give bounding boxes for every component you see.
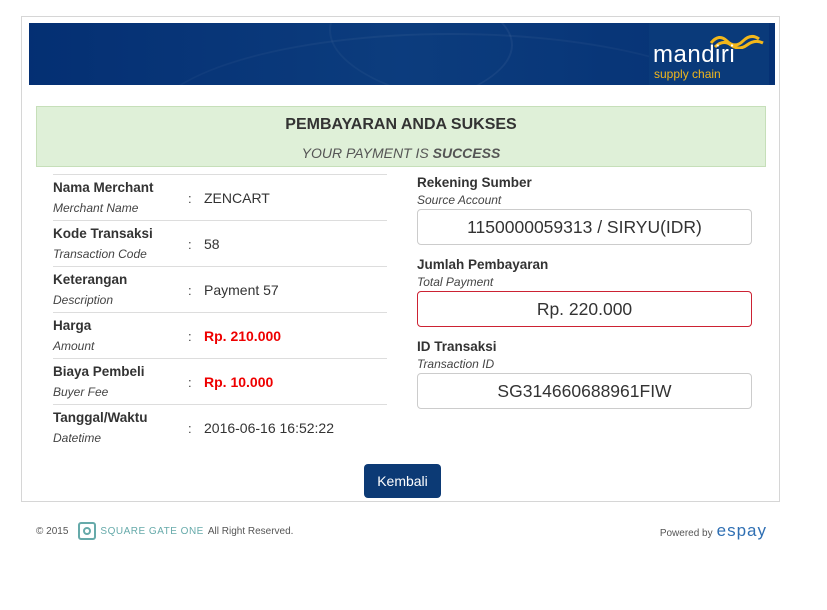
detail-label: Harga	[53, 318, 92, 333]
detail-value: Rp. 210.000	[204, 328, 282, 344]
detail-value: ZENCART	[204, 190, 270, 206]
detail-row: Biaya Pembeli Buyer Fee: Rp. 10.000	[53, 358, 387, 404]
detail-colon: :	[188, 375, 192, 390]
detail-sublabel: Amount	[53, 339, 95, 353]
total-payment-sublabel: Total Payment	[417, 275, 494, 289]
square-gate-one-logo-icon	[78, 522, 97, 540]
detail-colon: :	[188, 283, 192, 298]
source-account-group: Rekening Sumber Source Account 115000005…	[417, 175, 752, 257]
detail-label: Nama Merchant	[53, 180, 154, 195]
detail-value: Payment 57	[204, 282, 279, 298]
source-account-sublabel: Source Account	[417, 193, 502, 207]
detail-sublabel: Description	[53, 293, 114, 307]
transaction-id-value: SG314660688961FIW	[417, 373, 752, 409]
detail-value: Rp. 10.000	[204, 374, 274, 390]
source-account-value: 1150000059313 / SIRYU(IDR)	[417, 209, 752, 245]
transaction-id-sublabel: Transaction ID	[417, 357, 495, 371]
detail-row: Harga Amount: Rp. 210.000	[53, 312, 387, 358]
back-button[interactable]: Kembali	[364, 464, 441, 498]
brand-sub: supply chain	[654, 67, 721, 81]
detail-sublabel: Transaction Code	[53, 247, 147, 261]
espay-logo: espay	[716, 521, 767, 540]
detail-row: Keterangan Description: Payment 57	[53, 266, 387, 312]
source-account-label: Rekening Sumber	[417, 175, 532, 190]
detail-sublabel: Merchant Name	[53, 201, 139, 215]
company-name: SQUARE GATE ONE	[100, 525, 204, 537]
payment-summary: Rekening Sumber Source Account 115000005…	[417, 175, 752, 421]
detail-colon: :	[188, 191, 192, 206]
detail-colon: :	[188, 421, 192, 436]
payment-card: mandiri supply chain PEMBAYARAN ANDA SUK…	[21, 16, 780, 502]
footer-powered: Powered by espay	[660, 521, 767, 541]
detail-row: Nama Merchant Merchant Name: ZENCART	[53, 174, 387, 220]
detail-value: 58	[204, 236, 220, 252]
footer-copyright: © 2015 SQUARE GATE ONE All Right Reserve…	[36, 522, 293, 540]
detail-label: Kode Transaksi	[53, 226, 153, 241]
detail-value: 2016-06-16 16:52:22	[204, 420, 334, 436]
copyright-text: © 2015	[36, 525, 69, 537]
transaction-id-label: ID Transaksi	[417, 339, 497, 354]
mandiri-logo: mandiri supply chain	[649, 23, 769, 85]
transaction-details-table: Nama Merchant Merchant Name: ZENCART Kode T…	[53, 174, 387, 450]
detail-label: Tanggal/Waktu	[53, 410, 148, 425]
detail-sublabel: Buyer Fee	[53, 385, 109, 399]
transaction-id-group: ID Transaksi Transaction ID SG3146606889…	[417, 339, 752, 421]
detail-row: Tanggal/Waktu Datetime:2016-06-16 16:52:2…	[53, 404, 387, 450]
success-subtitle: YOUR PAYMENT IS SUCCESS	[301, 145, 501, 161]
detail-colon: :	[188, 329, 192, 344]
rights-text: All Right Reserved.	[207, 525, 294, 537]
detail-sublabel: Datetime	[53, 431, 102, 445]
total-payment-group: Jumlah Pembayaran Total Payment Rp. 220.…	[417, 257, 752, 339]
powered-by-text: Powered by	[659, 528, 713, 539]
header-banner: mandiri supply chain	[29, 23, 775, 85]
detail-colon: :	[188, 237, 192, 252]
total-payment-label: Jumlah Pembayaran	[417, 257, 549, 272]
detail-label: Biaya Pembeli	[53, 364, 145, 379]
brand-name: mandiri	[653, 41, 736, 68]
detail-label: Keterangan	[53, 272, 128, 287]
detail-row: Kode Transaksi Transaction Code:58	[53, 220, 387, 266]
total-payment-value: Rp. 220.000	[417, 291, 752, 327]
success-title: PEMBAYARAN ANDA SUKSES	[285, 116, 517, 133]
success-alert: PEMBAYARAN ANDA SUKSES YOUR PAYMENT IS S…	[36, 106, 766, 167]
